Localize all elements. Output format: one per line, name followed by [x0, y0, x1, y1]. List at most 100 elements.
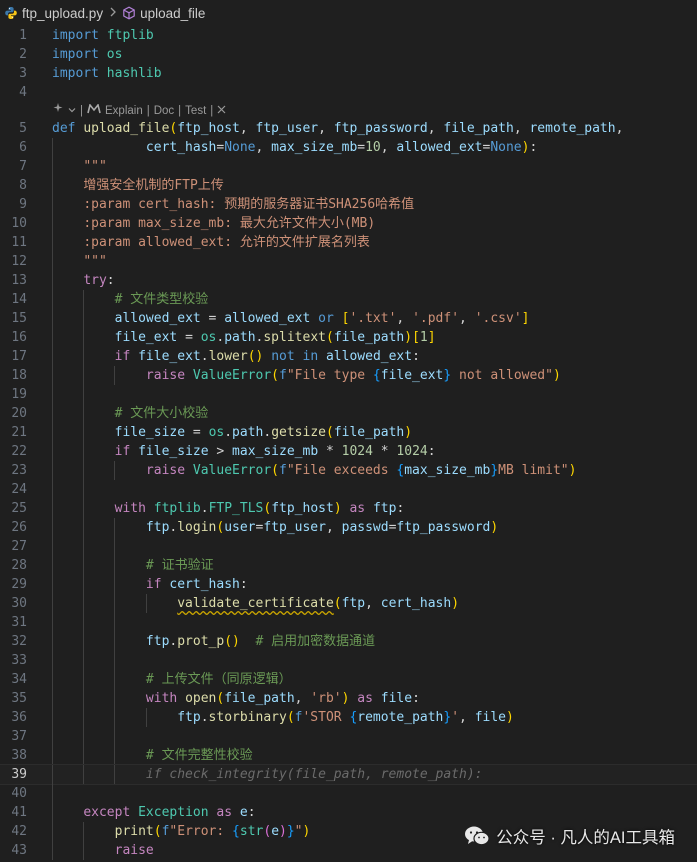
lens-divider: |	[80, 104, 83, 117]
code-line[interactable]: 17 if file_ext.lower() not in allowed_ex…	[0, 347, 697, 366]
code-text: cert_hash=None, max_size_mb=10, allowed_…	[52, 138, 537, 157]
code-line[interactable]: 5 def upload_file(ftp_host, ftp_user, ftp…	[0, 119, 697, 138]
code-line[interactable]: 10 :param max_size_mb: 最大允许文件大小(MB)	[0, 214, 697, 233]
line-number: 26	[11, 520, 27, 535]
code-token: (	[333, 596, 342, 611]
code-line[interactable]: 37	[0, 727, 697, 746]
close-icon[interactable]	[217, 103, 226, 120]
breadcrumb-file[interactable]: ftp_upload.py	[4, 6, 103, 21]
code-token: file_size	[138, 444, 209, 459]
code-text: # 证书验证	[52, 556, 214, 575]
code-line[interactable]: 33	[0, 651, 697, 670]
code-text: if file_size > max_size_mb * 1024 * 1024…	[52, 442, 436, 461]
code-line[interactable]: 2 import os	[0, 45, 697, 64]
code-line[interactable]: 32 ftp.prot_p() # 启用加密数据通道	[0, 632, 697, 651]
code-token: :param max_size_mb: 最大允许文件大小(MB)	[83, 216, 376, 231]
code-text: 增强安全机制的FTP上传	[52, 176, 223, 195]
code-text: file_size = os.path.getsize(file_path)	[52, 423, 412, 442]
code-token: )	[451, 596, 460, 611]
code-line[interactable]: 34 # 上传文件（同原逻辑）	[0, 670, 697, 689]
code-token: =	[185, 425, 209, 440]
code-line[interactable]: 19	[0, 385, 697, 404]
code-line[interactable]: 3 import hashlib	[0, 64, 697, 83]
code-line[interactable]: 27	[0, 537, 697, 556]
code-token: os	[106, 47, 123, 62]
code-line[interactable]: 22 if file_size > max_size_mb * 1024 * 1…	[0, 442, 697, 461]
code-token: :	[247, 805, 256, 820]
chevron-down-icon[interactable]	[68, 103, 76, 120]
code-token: ftp_host	[271, 501, 334, 516]
code-line[interactable]: 41 except Exception as e:	[0, 803, 697, 822]
line-number: 43	[11, 843, 27, 858]
code-line[interactable]: 31	[0, 613, 697, 632]
code-line[interactable]: 29 if cert_hash:	[0, 575, 697, 594]
code-line[interactable]: 16 file_ext = os.path.splitext(file_path…	[0, 328, 697, 347]
code-line[interactable]: 39 if check_integrity(file_path, remote_…	[0, 764, 697, 785]
code-token: ftplib	[106, 28, 154, 43]
code-token: ,	[459, 710, 475, 725]
code-token: remote_path	[357, 710, 444, 725]
code-line[interactable]: 8 增强安全机制的FTP上传	[0, 176, 697, 195]
code-line[interactable]: 14 # 文件类型校验	[0, 290, 697, 309]
code-line[interactable]: 12 """	[0, 252, 697, 271]
code-text: ftp.storbinary(f'STOR {remote_path}', fi…	[52, 708, 514, 727]
code-token: ftp	[145, 634, 170, 649]
code-line[interactable]: 23 raise ValueError(f"File exceeds {max_…	[0, 461, 697, 480]
sparkle-icon[interactable]	[52, 102, 64, 120]
codelens-doc[interactable]: Doc	[154, 103, 174, 120]
code-token: upload_file	[83, 121, 170, 136]
codelens-explain[interactable]: Explain	[105, 103, 143, 120]
watermark: 公众号 · 凡人的AI工具箱	[464, 824, 675, 848]
code-text: with ftplib.FTP_TLS(ftp_host) as ftp:	[52, 499, 405, 518]
code-line[interactable]: 24	[0, 480, 697, 499]
code-line[interactable]: 11 :param allowed_ext: 允许的文件扩展名列表	[0, 233, 697, 252]
code-token: "	[294, 824, 303, 839]
codelens-test[interactable]: Test	[185, 103, 206, 120]
code-editor[interactable]: 1 import ftplib 2 import os 3 import hashlib 4…	[0, 26, 697, 860]
code-line[interactable]: 6 cert_hash=None, max_size_mb=10, allowe…	[0, 138, 697, 157]
code-line[interactable]: 38 # 文件完整性校验	[0, 746, 697, 765]
code-line[interactable]: 35 with open(file_path, 'rb') as file:	[0, 689, 697, 708]
code-token: # 文件完整性校验	[145, 748, 253, 763]
code-line[interactable]: 21 file_size = os.path.getsize(file_path…	[0, 423, 697, 442]
code-token: '.csv'	[474, 311, 522, 326]
code-token: print	[114, 824, 154, 839]
code-line[interactable]: 1 import ftplib	[0, 26, 697, 45]
code-line[interactable]: 4	[0, 83, 697, 102]
code-line[interactable]: 40	[0, 784, 697, 803]
code-token: =	[177, 330, 201, 345]
code-line[interactable]: 7 """	[0, 157, 697, 176]
code-token: file_ext	[138, 349, 201, 364]
code-token: passwd	[341, 520, 389, 535]
code-line[interactable]: 13 try:	[0, 271, 697, 290]
code-line[interactable]: 28 # 证书验证	[0, 556, 697, 575]
line-number: 8	[19, 178, 27, 193]
line-number: 36	[11, 710, 27, 725]
code-token: file	[474, 710, 506, 725]
code-line[interactable]: 36 ftp.storbinary(f'STOR {remote_path}',…	[0, 708, 697, 727]
code-line[interactable]: 25 with ftplib.FTP_TLS(ftp_host) as ftp:	[0, 499, 697, 518]
code-text: import hashlib	[52, 64, 162, 83]
breadcrumb-symbol[interactable]: upload_file	[122, 6, 205, 21]
code-token: import	[52, 28, 99, 43]
code-token: :param allowed_ext: 允许的文件扩展名列表	[83, 235, 370, 250]
code-token: file_size	[114, 425, 186, 440]
code-token: )	[506, 710, 514, 725]
code-line[interactable]: 9 :param cert_hash: 预期的服务器证书SHA256哈希值	[0, 195, 697, 214]
code-line[interactable]: 15 allowed_ext = allowed_ext or ['.txt',…	[0, 309, 697, 328]
code-token: None	[490, 140, 522, 155]
code-token: >	[208, 444, 233, 459]
code-text: if file_ext.lower() not in allowed_ext:	[52, 347, 420, 366]
code-line[interactable]: 18 raise ValueError(f"File type {file_ex…	[0, 366, 697, 385]
code-line[interactable]: 30 validate_certificate(ftp, cert_hash)	[0, 594, 697, 613]
code-line[interactable]: 26 ftp.login(user=ftp_user, passwd=ftp_p…	[0, 518, 697, 537]
code-line[interactable]: 20 # 文件大小校验	[0, 404, 697, 423]
code-token: ftp_password	[333, 121, 428, 136]
